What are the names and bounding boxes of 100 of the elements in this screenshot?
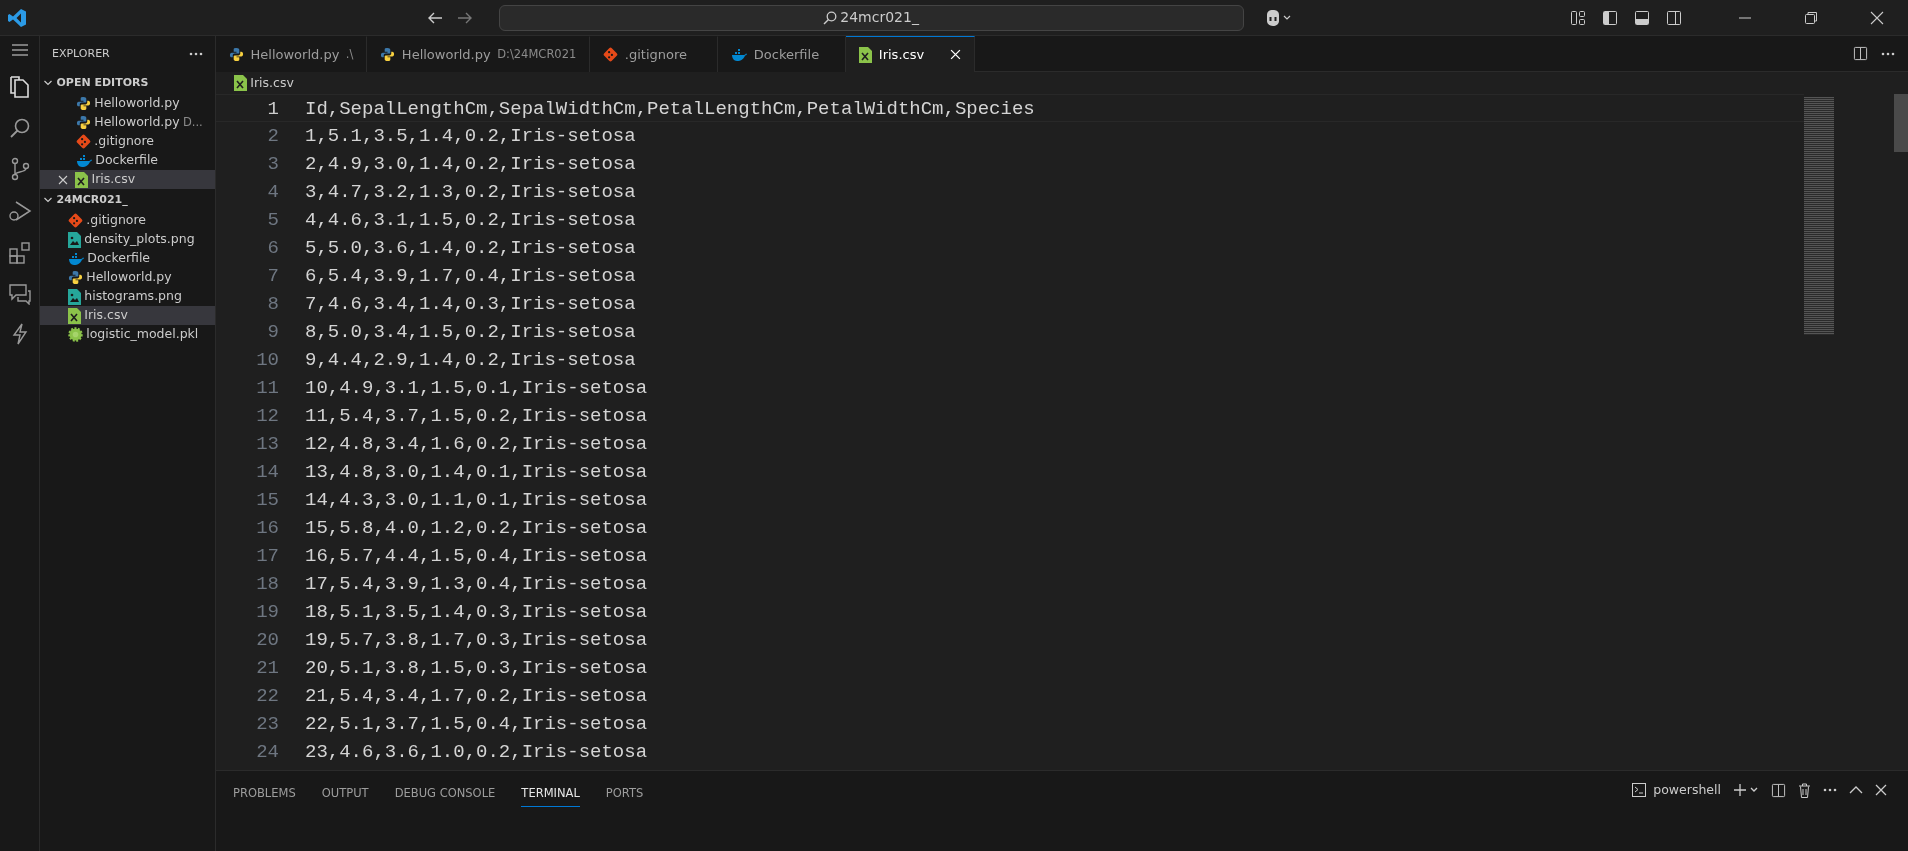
close-icon[interactable] (58, 174, 68, 185)
forward-arrow-icon[interactable] (456, 10, 473, 25)
line-number: 2 (266, 124, 279, 149)
scrollbar-thumb[interactable] (1894, 94, 1908, 152)
command-search-field[interactable]: 24mcr021_ (498, 4, 1244, 31)
toggle-panel-icon[interactable] (1634, 9, 1650, 26)
file-item[interactable]: Dockerfile (40, 249, 215, 268)
files-icon[interactable] (8, 74, 31, 99)
file-item[interactable]: density_plots.png (40, 230, 215, 249)
line-number: 19 (255, 600, 279, 625)
code-line: 18,5.1,3.5,1.4,0.3,Iris-setosa (304, 600, 648, 625)
file-name: .gitignore (94, 132, 155, 151)
line-number: 6 (266, 236, 279, 261)
menu-icon[interactable] (10, 42, 29, 57)
file-name: Iris.csv (91, 170, 136, 189)
git-file-icon (68, 213, 83, 228)
editor-tab[interactable]: Dockerfile (718, 36, 847, 72)
chat-icon[interactable] (7, 282, 32, 305)
panel-tab[interactable]: TERMINAL (521, 779, 580, 808)
line-number: 14 (255, 460, 279, 485)
code-line: 6,5.4,3.9,1.7,0.4,Iris-setosa (304, 264, 636, 289)
line-number: 1 (266, 97, 279, 121)
toggle-sidebar-icon[interactable] (1602, 9, 1618, 26)
tab-path: D:\24MCR021 (497, 45, 577, 63)
file-item[interactable]: Dockerfile (40, 151, 215, 170)
split-terminal-icon[interactable] (1771, 782, 1786, 798)
file-item[interactable]: logistic_model.pkl (40, 325, 215, 344)
folder-header[interactable]: 24MCR021_ (56, 191, 128, 209)
spreadsheet-file-icon (75, 171, 89, 188)
line-number: 20 (255, 628, 279, 653)
line-number: 23 (255, 712, 279, 737)
file-name: Helloworld.py (94, 94, 180, 113)
file-item[interactable]: Helloworld.py D... (40, 113, 215, 132)
code-line: 10,4.9,3.1,1.5,0.1,Iris-setosa (304, 376, 648, 401)
code-line: 19,5.7,3.8,1.7,0.3,Iris-setosa (304, 628, 648, 653)
file-item[interactable]: Iris.csv (40, 170, 215, 189)
line-number: 3 (266, 152, 279, 177)
trash-icon[interactable] (1798, 782, 1811, 798)
toggle-secondary-sidebar-icon[interactable] (1666, 9, 1682, 26)
back-arrow-icon[interactable] (426, 10, 443, 25)
file-item[interactable]: .gitignore (40, 132, 215, 151)
more-actions-icon[interactable] (1881, 51, 1895, 56)
file-item[interactable]: Helloworld.py (40, 268, 215, 287)
code-line: 5,5.0,3.6,1.4,0.2,Iris-setosa (304, 236, 636, 261)
extensions-icon[interactable] (7, 240, 32, 265)
terminal-icon (1631, 782, 1648, 799)
file-item[interactable]: Helloworld.py (40, 94, 215, 113)
editor-tab[interactable]: Helloworld.py .\ (216, 36, 368, 72)
restore-icon[interactable] (1804, 10, 1818, 25)
python-file-icon (380, 47, 396, 62)
search-icon[interactable] (8, 116, 31, 139)
file-item[interactable]: .gitignore (40, 211, 215, 230)
close-icon[interactable] (1875, 784, 1887, 797)
editor-tab[interactable]: Helloworld.py D:\24MCR021 (367, 36, 591, 72)
code-line: 3,4.7,3.2,1.3,0.2,Iris-setosa (304, 180, 636, 205)
line-number: 24 (255, 740, 279, 765)
file-name: Iris.csv (84, 306, 128, 325)
git-file-icon (603, 47, 619, 62)
panel-tab[interactable]: PROBLEMS (233, 779, 296, 808)
line-number: 21 (255, 656, 279, 681)
breadcrumb[interactable]: Iris.csv (250, 73, 294, 93)
more-actions-icon[interactable] (189, 52, 203, 56)
line-number: 18 (255, 572, 279, 597)
plus-icon[interactable] (1733, 783, 1759, 798)
tab-path: .\ (345, 45, 354, 63)
run-debug-icon[interactable] (7, 198, 32, 223)
sidebar-title: EXPLORER (52, 45, 110, 62)
python-file-icon (68, 270, 83, 285)
open-editors-header[interactable]: OPEN EDITORS (56, 74, 149, 92)
chevron-up-icon[interactable] (1849, 785, 1863, 796)
panel-tab[interactable]: OUTPUT (321, 779, 369, 808)
file-path: D... (182, 113, 203, 131)
lightning-icon[interactable] (11, 322, 28, 345)
panel-tab[interactable]: DEBUG CONSOLE (394, 779, 496, 808)
code-line: 21,5.4,3.4,1.7,0.2,Iris-setosa (304, 684, 648, 709)
spreadsheet-file-icon (859, 46, 873, 63)
line-number: 4 (266, 180, 279, 205)
close-icon[interactable] (1870, 10, 1884, 25)
customize-layout-icon[interactable] (1570, 9, 1586, 26)
code-line: 13,4.8,3.0,1.4,0.1,Iris-setosa (304, 460, 648, 485)
line-number: 22 (255, 684, 279, 709)
panel-tab[interactable]: PORTS (605, 779, 644, 808)
line-number: 10 (255, 348, 279, 373)
code-line: 17,5.4,3.9,1.3,0.4,Iris-setosa (304, 572, 648, 597)
file-name: Helloworld.py (86, 268, 172, 287)
file-name: density_plots.png (84, 230, 195, 249)
image-file-icon (68, 288, 81, 305)
file-name: histograms.png (84, 287, 182, 306)
editor-tab[interactable]: Iris.csv (846, 36, 976, 72)
code-line: 15,5.8,4.0,1.2,0.2,Iris-setosa (304, 516, 648, 541)
split-editor-icon[interactable] (1853, 46, 1868, 61)
file-item[interactable]: histograms.png (40, 287, 215, 306)
python-file-icon (76, 115, 91, 130)
more-actions-icon[interactable] (1823, 788, 1837, 793)
terminal-name[interactable]: powershell (1653, 781, 1721, 800)
file-item[interactable]: Iris.csv (40, 306, 215, 325)
editor-tab[interactable]: .gitignore (590, 36, 719, 72)
python-file-icon (76, 96, 91, 111)
line-number: 12 (255, 404, 279, 429)
app-logo-icon (6, 7, 27, 28)
